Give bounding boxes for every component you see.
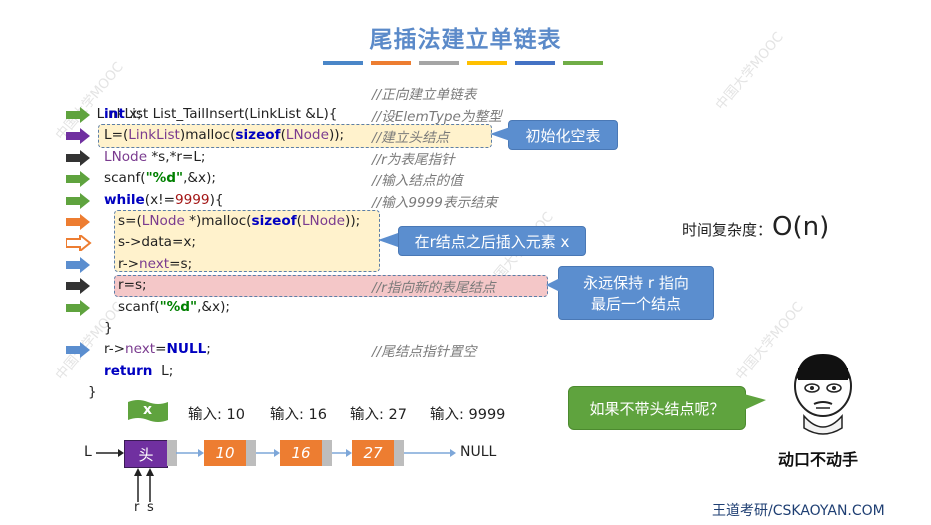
question-callout-pointer: [744, 394, 766, 410]
code-line: LNode *s,*r=L;: [104, 148, 206, 165]
code-line: r->next=NULL;: [104, 341, 211, 358]
code-comment: //r指向新的表尾结点: [372, 280, 496, 297]
init-callout-text: 初始化空表: [525, 126, 601, 145]
title-bar-5: [515, 61, 555, 65]
init-callout: 初始化空表: [508, 120, 618, 150]
code-comment: //r为表尾指针: [372, 151, 455, 168]
pointer-r-label: r: [134, 500, 140, 515]
insert-callout-text: 在r结点之后插入元素 x: [414, 232, 570, 251]
step-arrow-icon: [66, 149, 90, 166]
list-node-value: 27: [363, 444, 383, 462]
input-item: 输入: 16: [270, 407, 327, 423]
code-line: int x;: [104, 106, 142, 122]
keep-r-callout-line1: 永远保持 r 指向: [583, 274, 689, 292]
code-comment: //尾结点指针置空: [372, 344, 477, 361]
step-arrow-icon: [66, 128, 90, 145]
title-bar-1: [323, 61, 363, 65]
null-arrow: [404, 449, 456, 457]
step-arrow-icon: [66, 214, 90, 230]
list-node-pointer-field: [394, 440, 404, 466]
time-complexity: 时间复杂度：O(n): [682, 212, 829, 242]
step-arrow-icon: [66, 192, 90, 209]
code-line: L=(LinkList)malloc(sizeof(LNode));: [104, 127, 345, 144]
code-line: s->data=x;: [118, 234, 197, 251]
list-node-value: 16: [291, 444, 311, 462]
keep-r-callout-line2: 最后一个结点: [590, 295, 681, 313]
list-node-data: 16: [280, 440, 322, 466]
list-node: 10: [204, 440, 256, 466]
code-line: }: [104, 320, 113, 336]
head-pointer-arrow: [96, 449, 124, 457]
link-arrow: [256, 449, 280, 457]
step-arrow-icon: [66, 107, 90, 123]
code-header-comment: //正向建立单链表: [372, 87, 477, 103]
code-line: }: [88, 384, 97, 401]
step-arrow-icon: [66, 235, 92, 252]
step-arrow-icon: [66, 278, 90, 295]
link-arrow: [332, 449, 352, 457]
list-node: 27: [352, 440, 404, 466]
step-arrow-icon: [66, 256, 90, 273]
link-arrow: [176, 449, 204, 457]
input-item: 输入: 9999: [430, 407, 506, 423]
null-label: NULL: [460, 444, 497, 460]
list-node-pointer-field: [322, 440, 332, 466]
code-comment: //输入9999表示结束: [372, 194, 498, 211]
code-comment: //设ElemType为整型: [372, 109, 502, 125]
input-flag-label: x: [143, 402, 153, 418]
slide-title: 尾插法建立单链表: [369, 27, 562, 53]
head-node-data: 头: [124, 440, 168, 468]
pointer-s-label: s: [147, 500, 154, 515]
r-s-pointer-arrows: [134, 468, 154, 502]
question-callout: 如果不带头结点呢？: [568, 386, 746, 430]
question-callout-text: 如果不带头结点呢？: [589, 399, 725, 418]
meme-caption: 动口不动手: [778, 450, 859, 469]
code-line: r=s;: [118, 277, 147, 294]
step-arrow-icon: [66, 299, 90, 316]
keep-r-callout-pointer: [546, 278, 560, 292]
input-item: 输入: 10: [188, 407, 245, 423]
list-node-data: 27: [352, 440, 394, 466]
title-bar-6: [563, 61, 603, 65]
code-line: scanf("%d",&x);: [118, 298, 230, 315]
code-line: return L;: [104, 362, 174, 379]
head-node-label: 头: [138, 445, 154, 464]
insert-callout: 在r结点之后插入元素 x: [398, 226, 586, 256]
list-node-value: 10: [215, 444, 235, 462]
list-node-data: 10: [204, 440, 246, 466]
code-line: scanf("%d",&x);: [104, 170, 216, 187]
list-node: 16: [280, 440, 332, 466]
list-node-pointer-field: [246, 440, 256, 466]
title-bar-3: [419, 61, 459, 65]
input-item: 输入: 27: [350, 407, 407, 423]
head-pointer-label: L: [84, 444, 92, 460]
code-line: while(x!=9999){: [104, 191, 224, 208]
time-complexity-label: 时间复杂度：: [682, 221, 773, 239]
init-callout-pointer: [490, 127, 510, 141]
step-arrow-icon: [66, 171, 90, 188]
time-complexity-value: O(n): [772, 212, 830, 242]
keep-r-callout: 永远保持 r 指向 最后一个结点: [558, 266, 714, 320]
code-comment: //建立头结点: [372, 130, 450, 147]
insert-callout-pointer: [378, 233, 398, 247]
meme-face-image: [794, 354, 852, 435]
code-line: r->next=s;: [118, 255, 193, 272]
footer-brand: 王道考研/CSKAOYAN.COM: [712, 503, 885, 519]
step-arrow-icon: [66, 342, 90, 359]
head-node: 头: [124, 440, 177, 468]
code-line: s=(LNode *)malloc(sizeof(LNode));: [118, 213, 361, 229]
title-bar-2: [371, 61, 411, 65]
code-comment: //输入结点的值: [372, 173, 463, 190]
title-bar-4: [467, 61, 507, 65]
